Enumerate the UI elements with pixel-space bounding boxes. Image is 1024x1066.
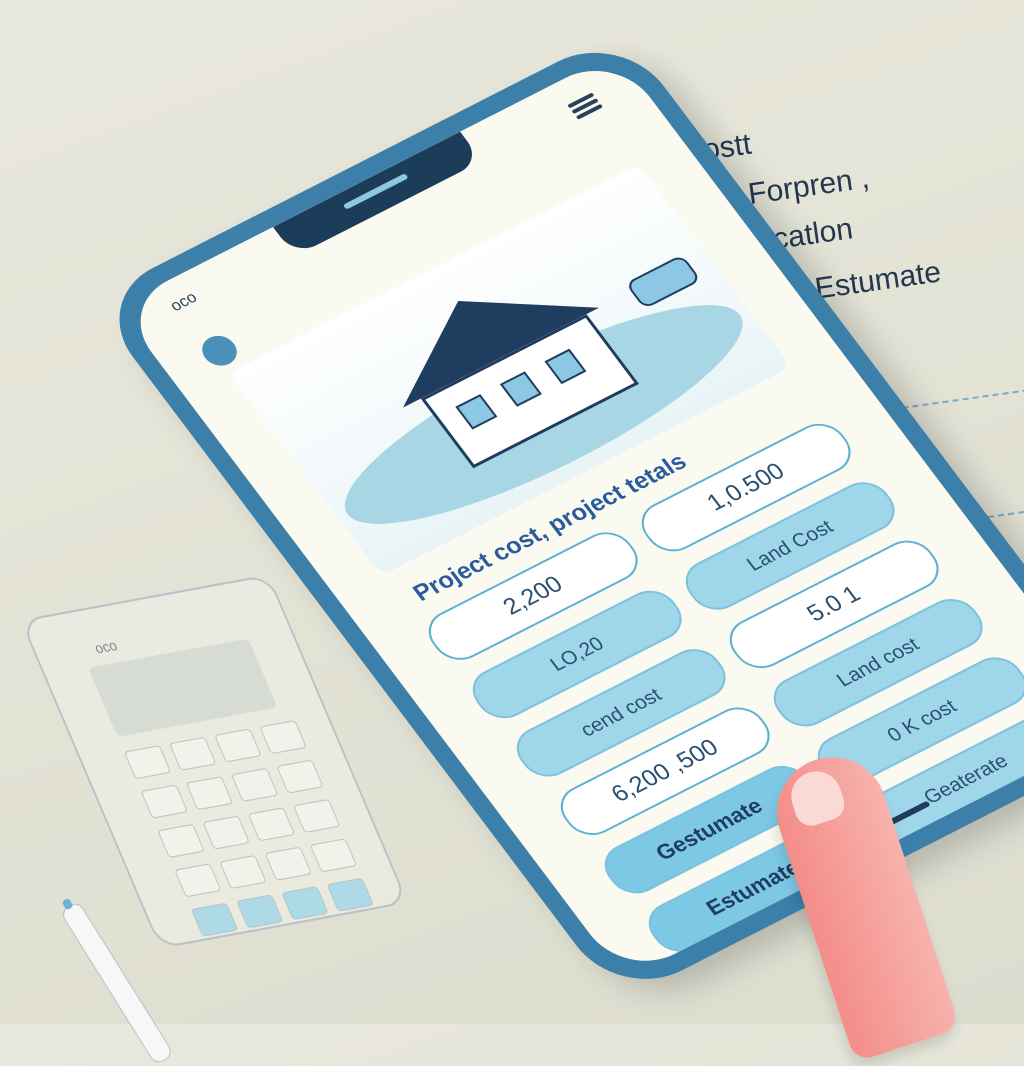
calculator-key	[259, 720, 307, 755]
calculator-key	[214, 728, 262, 763]
calculator-key	[281, 885, 329, 921]
calculator-key	[326, 877, 374, 912]
calculator-key	[140, 784, 189, 819]
calculator-key	[168, 736, 217, 771]
fingernail-icon	[784, 764, 849, 830]
calculator-key	[309, 838, 358, 873]
profile-icon[interactable]	[195, 330, 244, 371]
calculator-key	[276, 759, 324, 794]
calculator-key	[123, 745, 172, 780]
calculator-key	[190, 902, 239, 937]
status-text: oco	[167, 289, 201, 315]
calculator-key	[157, 823, 205, 859]
calculator-key	[292, 798, 341, 834]
calculator-keys	[123, 720, 374, 937]
window-icon	[455, 394, 498, 430]
calculator-key	[174, 863, 222, 898]
calculator-screen	[88, 638, 278, 737]
scene: Step 1 1 Land Costt 2 Squate Forpren , 2…	[0, 0, 1024, 1066]
calculator-key	[202, 815, 251, 850]
calculator-key	[236, 894, 284, 929]
calculator-key	[185, 776, 234, 811]
car-icon	[624, 254, 702, 310]
window-icon	[544, 348, 587, 385]
calculator-key	[219, 854, 267, 890]
menu-icon[interactable]	[565, 90, 604, 120]
calculator-top-text: oco	[91, 636, 120, 657]
calculator-key	[247, 807, 296, 842]
calculator-key	[230, 767, 279, 802]
calculator-key	[264, 846, 312, 881]
window-icon	[499, 371, 542, 407]
